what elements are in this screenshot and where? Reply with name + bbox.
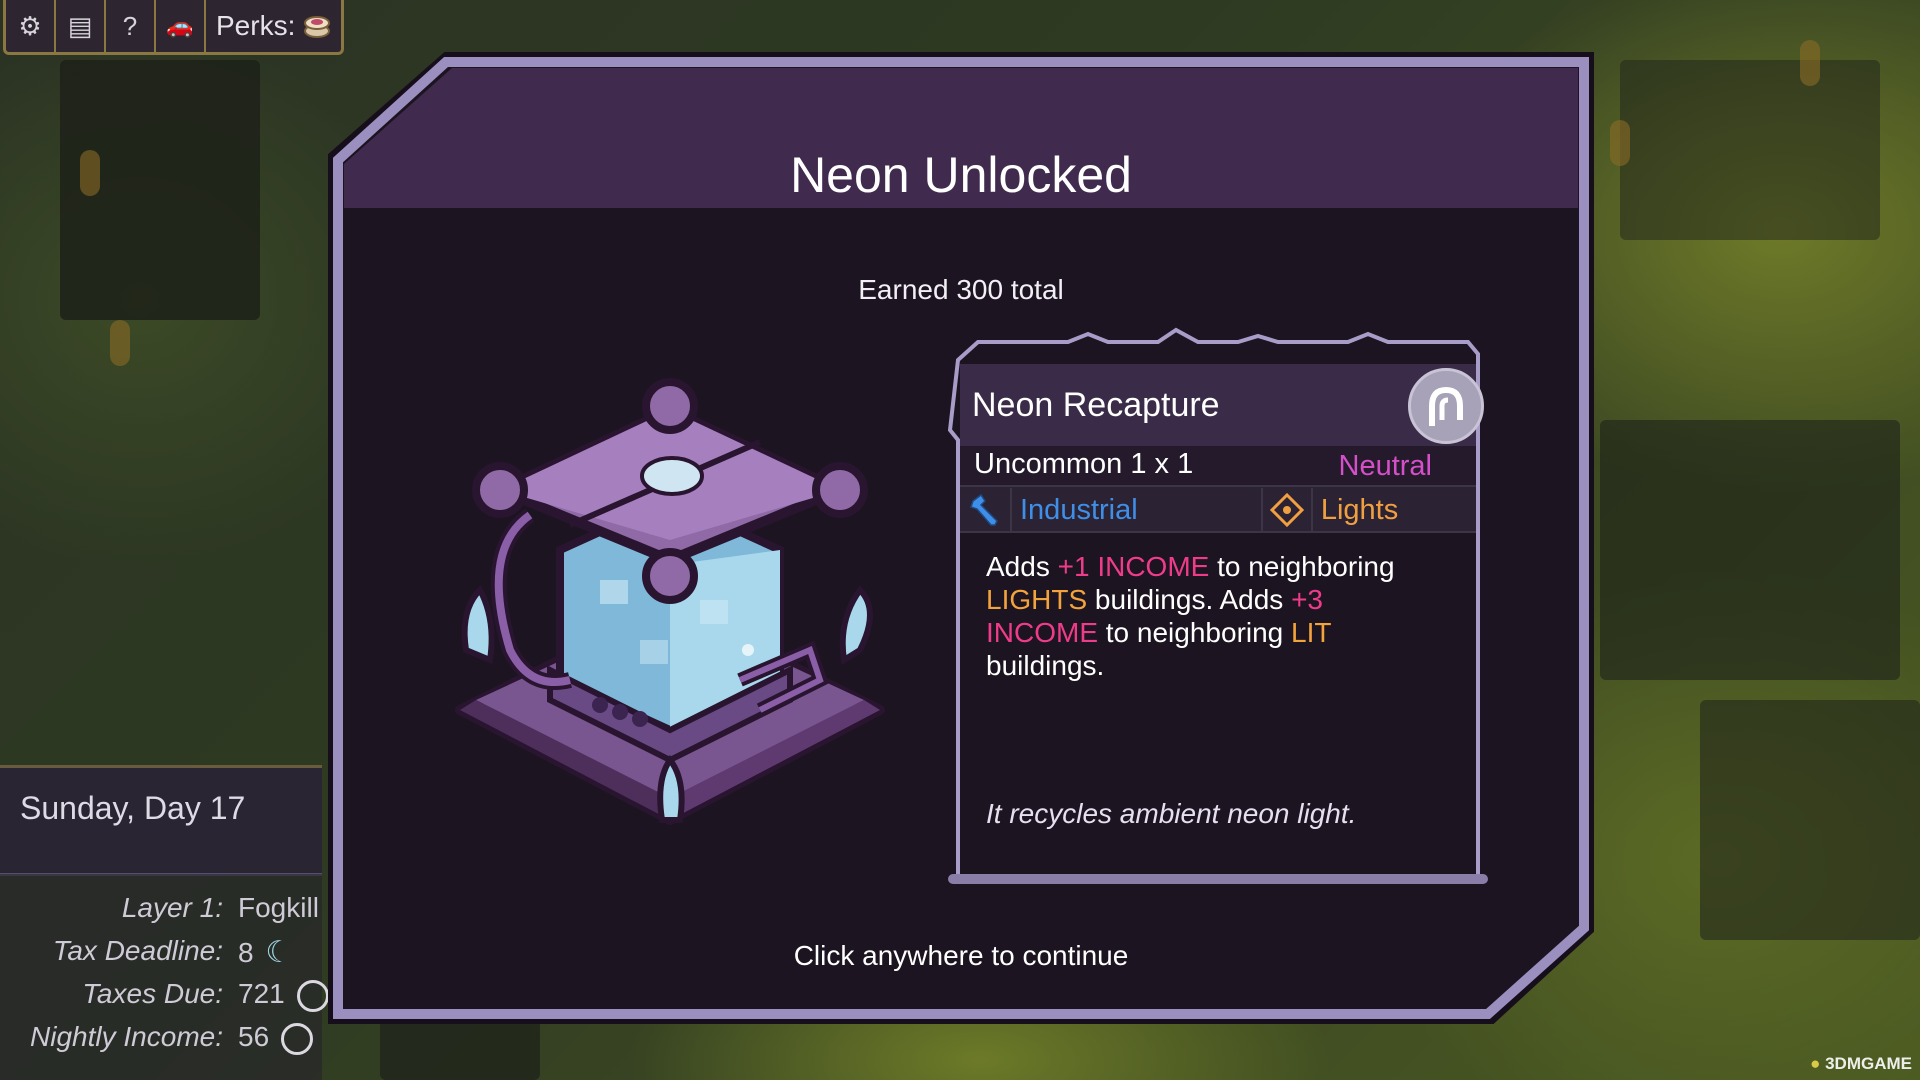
tag-industrial-label: Industrial — [1020, 493, 1138, 526]
earned-total: Earned 300 total — [858, 274, 1064, 305]
notes-icon: ▤ — [67, 10, 93, 41]
gear-icon: ⚙ — [18, 10, 42, 41]
tax-deadline-label: Tax Deadline: — [52, 935, 223, 966]
neutral-badge-icon — [1408, 368, 1484, 444]
top-toolbar: ⚙ ▤ ? 🚗 Perks: — [3, 0, 345, 55]
watermark-logo: ● 3DMGAME — [1810, 1054, 1912, 1073]
card-description: Adds +1 INCOME to neighboring LIGHTS bui… — [986, 551, 1395, 681]
wrench-icon — [962, 488, 1012, 532]
stats-panel: Layer 1: Fogkill Tax Deadline: 8 ☾ Taxes… — [0, 874, 329, 1080]
tag-lights-label: Lights — [1320, 493, 1399, 526]
question-icon: ? — [122, 10, 138, 41]
continue-prompt[interactable]: Click anywhere to continue — [328, 940, 1594, 972]
moon-icon: ☾ — [265, 936, 293, 969]
tag-lights: Lights — [1260, 488, 1466, 532]
tag-industrial: Industrial — [962, 488, 1261, 532]
card-flavor-text: It recycles ambient neon light. — [986, 798, 1357, 829]
help-button[interactable]: ? — [106, 0, 156, 52]
building-card: Neon Recapture Uncommon 1 x 1 Neutral In… — [948, 320, 1488, 890]
nightly-income-label: Nightly Income: — [30, 1021, 223, 1052]
neon-recapture-building-image — [455, 378, 885, 825]
vehicle-button[interactable]: 🚗 — [156, 0, 206, 52]
tax-deadline-value: 8 ☾ — [238, 936, 293, 969]
card-tags: Industrial Lights — [962, 488, 1466, 532]
layer-label: Layer 1: — [121, 892, 223, 923]
coin-icon — [280, 1022, 313, 1055]
diamond-light-icon — [1263, 488, 1313, 532]
log-button[interactable]: ▤ — [56, 0, 106, 52]
card-rarity: Uncommon 1 x 1 — [974, 448, 1194, 480]
coin-stack-icon — [304, 16, 331, 38]
current-date: Sunday, Day 17 — [20, 790, 246, 826]
settings-button[interactable]: ⚙ — [6, 0, 56, 52]
date-panel: Sunday, Day 17 — [0, 765, 322, 876]
taxes-due-value: 721 — [238, 978, 329, 1012]
nightly-income-value: 56 — [238, 1021, 313, 1055]
perks-button[interactable]: Perks: — [206, 0, 341, 52]
modal-title: Neon Unlocked — [790, 147, 1132, 203]
taxes-due-label: Taxes Due: — [82, 978, 223, 1009]
layer-value: Fogkill — [238, 892, 319, 923]
coin-icon — [296, 979, 329, 1012]
card-title: Neon Recapture — [972, 386, 1220, 424]
perks-label: Perks: — [216, 10, 296, 41]
car-icon: 🚗 — [166, 13, 194, 38]
card-affinity: Neutral — [1338, 450, 1433, 482]
